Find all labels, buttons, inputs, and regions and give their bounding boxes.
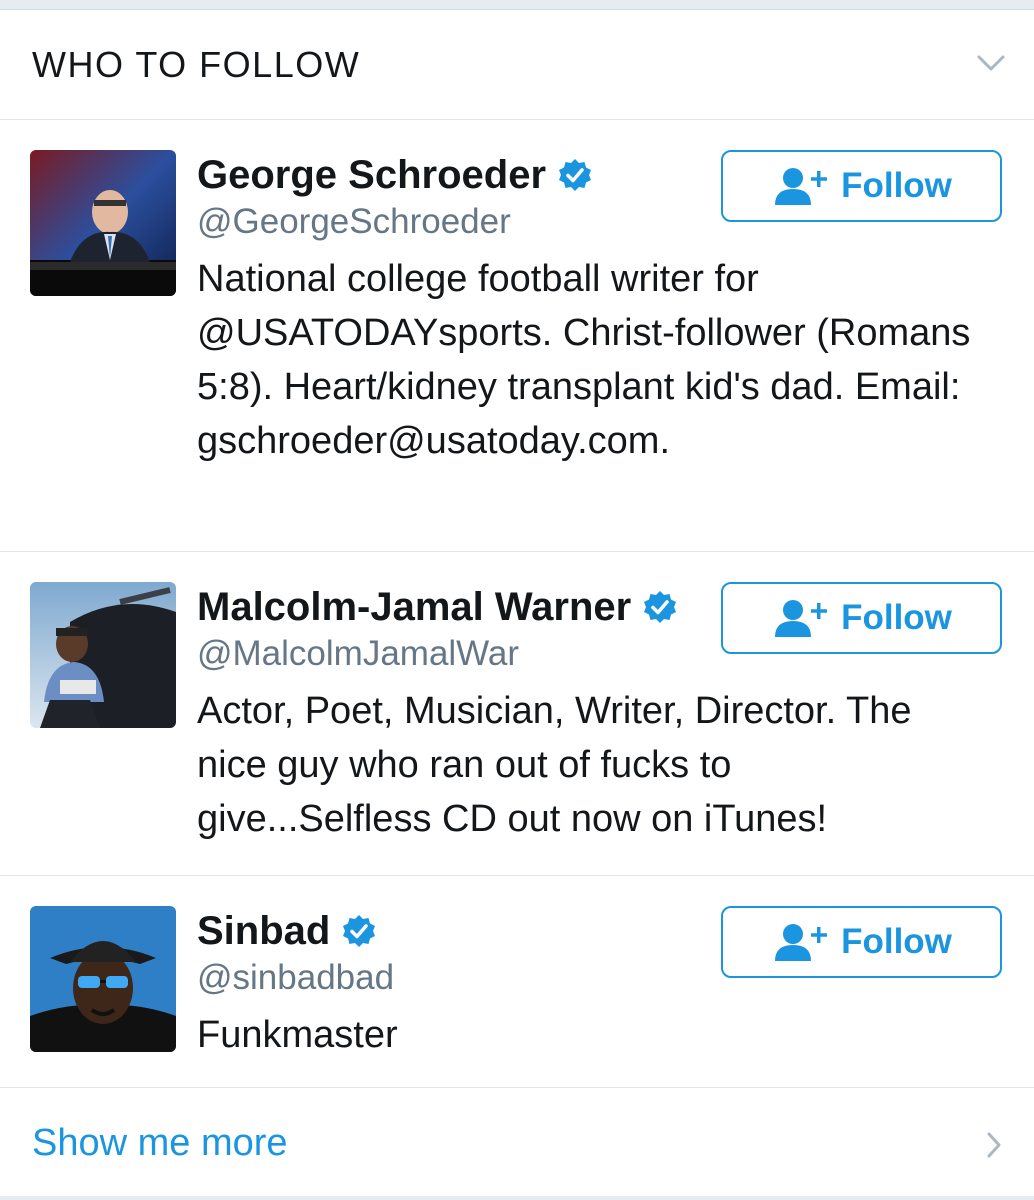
user-bio: Actor, Poet, Musician, Writer, Director.…: [197, 690, 912, 840]
suggestion-row[interactable]: Sinbad @sinbadbad Funkmaster Follow: [0, 876, 1034, 1088]
verified-badge-icon: [559, 159, 592, 191]
user-name[interactable]: George Schroeder: [197, 153, 546, 198]
panel-title: WHO TO FOLLOW: [32, 44, 361, 85]
user-handle: @MalcolmJamalWar: [197, 634, 520, 673]
name-line: George Schroeder: [197, 150, 592, 200]
name-line: Malcolm-Jamal Warner: [197, 582, 677, 632]
suggestion-row[interactable]: George Schroeder @GeorgeSchroeder Nation…: [0, 120, 1034, 552]
add-user-icon: [775, 600, 828, 637]
follow-label: Follow: [841, 598, 952, 637]
user-handle: @GeorgeSchroeder: [197, 202, 511, 241]
follow-label: Follow: [841, 922, 952, 961]
chevron-down-icon[interactable]: [976, 52, 1006, 74]
user-name[interactable]: Malcolm-Jamal Warner: [197, 585, 631, 630]
suggestion-row[interactable]: Malcolm-Jamal Warner @MalcolmJamalWar Ac…: [0, 552, 1034, 876]
panel-header: WHO TO FOLLOW: [0, 10, 1034, 120]
follow-button[interactable]: Follow: [721, 150, 1002, 222]
avatar[interactable]: [30, 150, 176, 296]
follow-button[interactable]: Follow: [721, 906, 1002, 978]
avatar[interactable]: [30, 906, 176, 1052]
verified-badge-icon: [644, 591, 677, 623]
add-user-icon: [775, 168, 828, 205]
name-line: Sinbad: [197, 906, 376, 956]
user-handle: @sinbadbad: [197, 958, 395, 997]
top-divider: [0, 0, 1034, 10]
verified-badge-icon: [343, 915, 376, 947]
follow-button[interactable]: Follow: [721, 582, 1002, 654]
user-bio: National college football writer for @US…: [197, 258, 971, 462]
bottom-divider: [0, 1196, 1034, 1200]
show-more-row[interactable]: Show me more: [0, 1088, 1034, 1200]
follow-label: Follow: [841, 166, 952, 205]
show-more-link[interactable]: Show me more: [32, 1122, 288, 1165]
avatar[interactable]: [30, 582, 176, 728]
user-name[interactable]: Sinbad: [197, 909, 330, 954]
user-bio: Funkmaster: [197, 1014, 398, 1056]
who-to-follow-panel: WHO TO FOLLOW George Schroeder @GeorgeSc…: [0, 0, 1034, 1200]
chevron-right-icon[interactable]: [984, 1130, 1004, 1160]
add-user-icon: [775, 924, 828, 961]
